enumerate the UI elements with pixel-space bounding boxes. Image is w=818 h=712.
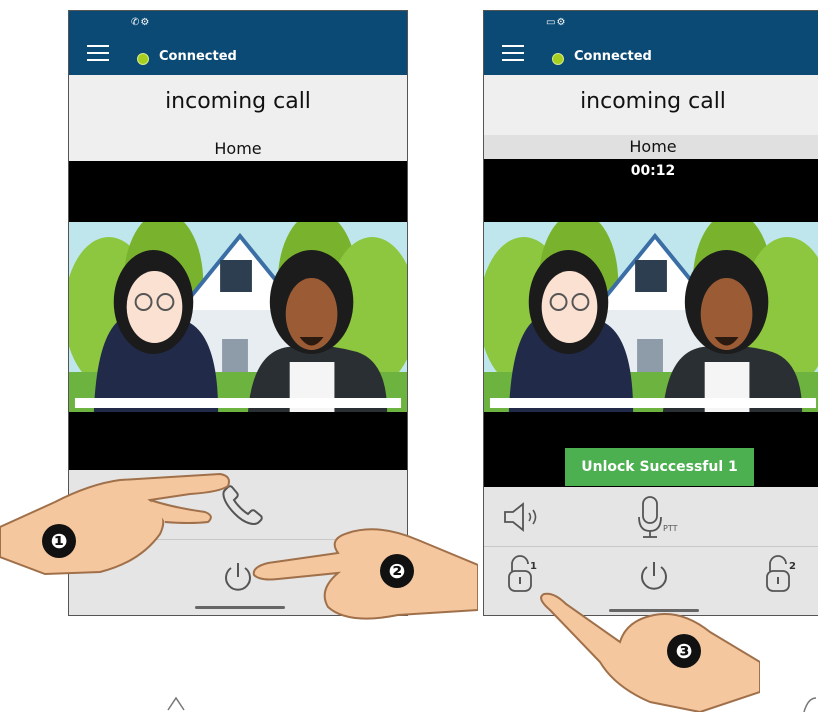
microphone-icon[interactable]: PTT (634, 493, 684, 541)
status-icons: ▭⚙ (546, 17, 567, 28)
partial-shape (803, 697, 817, 712)
unlock-door-1-icon[interactable]: 1 (504, 553, 540, 597)
connection-status-dot (137, 53, 149, 65)
step-2-marker: ❷ (380, 554, 414, 588)
menu-icon[interactable] (87, 45, 109, 63)
step-3-marker: ❸ (667, 634, 701, 668)
call-title: incoming call (580, 89, 726, 114)
unlock-door-2-icon[interactable]: 2 (762, 553, 802, 597)
call-timer: 00:12 (630, 163, 676, 179)
caller-location: Home (214, 139, 262, 158)
partial-shape (167, 696, 185, 711)
divider (484, 546, 818, 547)
pointing-hand-icon (252, 528, 478, 620)
caller-location: Home (629, 137, 677, 156)
lock-2-label: 2 (789, 561, 796, 572)
call-title: incoming call (165, 89, 311, 114)
speaker-icon[interactable] (502, 501, 552, 533)
ptt-label: PTT (663, 524, 678, 533)
connection-status-dot (552, 53, 564, 65)
status-icons: ✆⚙ (131, 17, 151, 28)
unlock-success-banner: Unlock Successful 1 (565, 448, 754, 486)
power-icon[interactable] (637, 559, 671, 593)
top-bar: ▭⚙ Connected (484, 11, 818, 75)
pointing-hand-icon (540, 592, 760, 712)
right-phone-screen: ▭⚙ Connected incoming call Home 00:12 Un… (483, 10, 818, 616)
video-feed (69, 222, 407, 412)
menu-icon[interactable] (502, 45, 524, 63)
connection-status-label: Connected (159, 49, 237, 64)
lock-1-label: 1 (530, 561, 537, 572)
video-letterbox-top (69, 161, 407, 223)
video-feed (484, 222, 818, 412)
pointing-hand-icon (0, 472, 230, 576)
top-bar: ✆⚙ Connected (69, 11, 407, 75)
connection-status-label: Connected (574, 49, 652, 64)
step-1-marker: ❶ (42, 524, 76, 558)
